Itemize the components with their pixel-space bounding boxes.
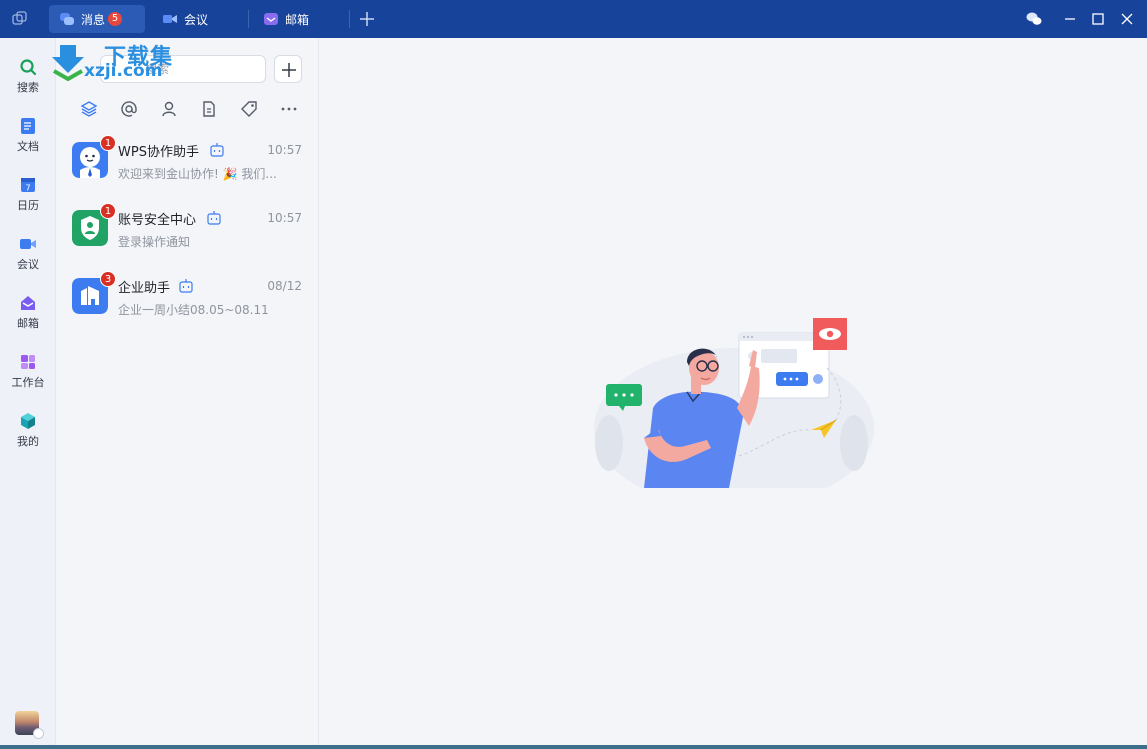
svg-text:7: 7 [25,184,30,193]
session-preview: 企业一周小结08.05~08.11 [118,303,269,317]
nav-label: 日历 [17,199,39,212]
title-bar: 消息 5 会议 邮箱 [0,0,1147,38]
wechat-icon[interactable] [1025,10,1043,28]
session-name: 账号安全中心 [118,213,197,228]
at-icon[interactable] [120,100,138,118]
status-indicator [33,728,44,739]
profile-cube-icon [21,413,35,429]
video-camera-icon [163,15,177,23]
app-logo-icon[interactable] [12,11,28,27]
mail-icon [21,296,35,310]
user-avatar[interactable] [15,711,44,739]
create-button[interactable] [274,55,302,83]
filter-bar [80,100,300,120]
session-name: WPS协作助手 [118,145,199,160]
unread-badge: 1 [100,135,116,151]
tab-messages[interactable]: 消息 5 [49,5,145,33]
tab-label: 会议 [184,12,209,27]
unread-badge: 5 [108,12,123,26]
minimize-icon[interactable] [1061,10,1079,28]
tab-divider [349,10,350,28]
nav-label: 会议 [17,258,39,271]
window-bottom-edge [0,745,1147,749]
workbench-icon [21,355,35,369]
nav-label: 工作台 [11,376,45,389]
mail-icon [264,13,278,25]
meeting-icon [20,239,36,249]
tab-mail[interactable]: 邮箱 [253,5,343,33]
unread-badge: 1 [100,203,116,219]
session-time: 10:57 [267,211,302,225]
session-list-panel: 下载集 xzji.com [52,38,319,747]
unread-badge: 3 [100,271,116,287]
file-icon[interactable] [200,100,218,118]
tag-icon[interactable] [240,100,258,118]
layers-icon[interactable] [80,100,98,118]
session-preview: 登录操作通知 [118,235,191,249]
session-preview: 欢迎来到金山协作! 🎉 我们... [118,167,277,181]
session-item[interactable]: 1 账号安全中心 10:57 登录操作通知 [56,202,319,266]
nav-label: 文档 [17,140,39,153]
session-name: 企业助手 [118,281,171,296]
bot-icon [179,279,193,293]
search-icon [20,59,37,76]
tab-meeting[interactable]: 会议 [152,5,242,33]
add-tab-icon[interactable] [358,10,376,28]
document-icon [21,118,35,134]
more-icon[interactable] [280,100,298,118]
session-item[interactable]: 3 企业助手 08/12 企业一周小结08.05~08.11 [56,270,319,334]
plus-icon [282,63,296,77]
bot-icon [210,143,224,157]
nav-profile[interactable]: 我的 [0,412,56,462]
nav-calendar[interactable]: 7 日历 [0,176,56,226]
maximize-icon[interactable] [1089,10,1107,28]
close-icon[interactable] [1118,10,1136,28]
tab-divider [248,10,249,28]
watermark-arrow-icon [52,45,84,81]
nav-label: 搜索 [17,81,39,94]
session-time: 10:57 [267,143,302,157]
tab-label: 消息 [81,12,106,27]
watermark-logo: 下载集 xzji.com [50,39,190,83]
nav-meeting[interactable]: 会议 [0,235,56,285]
nav-workbench[interactable]: 工作台 [0,353,56,403]
empty-state-illustration-icon [594,318,874,488]
message-icon [60,13,74,25]
left-nav: 搜索 文档 7 日历 会议 邮箱 工作台 我的 [0,38,56,747]
calendar-icon: 7 [21,178,35,193]
tab-label: 邮箱 [285,12,310,27]
session-item[interactable]: 1 WPS协作助手 10:57 欢迎来到金山协作! 🎉 我们... [56,134,319,198]
watermark-url: xzji.com [84,61,163,81]
nav-label: 我的 [17,435,39,448]
session-time: 08/12 [267,279,302,293]
nav-label: 邮箱 [17,317,39,330]
bot-icon [207,211,221,225]
nav-mail[interactable]: 邮箱 [0,294,56,344]
nav-docs[interactable]: 文档 [0,117,56,167]
main-content-area [319,38,1147,747]
person-icon[interactable] [160,100,178,118]
nav-search[interactable]: 搜索 [0,58,56,108]
